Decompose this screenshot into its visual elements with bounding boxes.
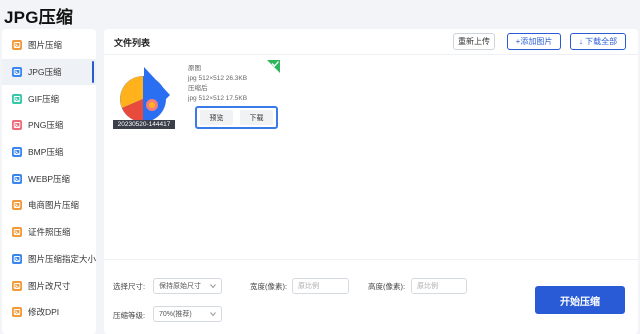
level-select[interactable]: 70%(推荐) <box>153 306 222 322</box>
sidebar-item-label: BMP压缩 <box>28 147 64 158</box>
file-info: 原图 jpg 512×512 26.3KB 压缩后 jpg 512×512 17… <box>188 64 247 104</box>
sidebar-item[interactable]: 图片改尺寸 <box>2 272 96 299</box>
image-compress-icon <box>12 40 22 51</box>
thumbnail-image <box>120 67 170 122</box>
sidebar-item-label: 证件照压缩 <box>28 227 71 238</box>
download-button[interactable]: 下载 <box>240 110 273 125</box>
start-compress-button[interactable]: 开始压缩 <box>535 286 625 314</box>
sidebar-item[interactable]: JPG压缩 <box>2 58 96 86</box>
height-label: 高度(像素): <box>368 282 406 291</box>
sidebar-item[interactable]: 证件照压缩 <box>2 219 96 246</box>
id-photo-icon <box>12 227 22 238</box>
gif-icon <box>12 93 22 104</box>
width-input[interactable]: 原比例 <box>292 278 349 294</box>
sidebar-item-label: JPG压缩 <box>28 67 62 78</box>
level-label: 压缩等级: <box>113 311 146 320</box>
original-info: jpg 512×512 26.3KB <box>188 75 248 82</box>
target-size-icon <box>12 253 22 264</box>
compressed-label: 压缩后 <box>188 85 208 92</box>
sidebar-item[interactable]: 图片压缩 <box>2 32 96 59</box>
webp-icon <box>12 173 22 184</box>
sidebar-item-label: 修改DPI <box>28 307 60 318</box>
chevron-down-icon <box>210 312 216 317</box>
file-list-title: 文件列表 <box>114 38 151 48</box>
sidebar-item-label: GIF压缩 <box>28 93 60 104</box>
download-all-button[interactable]: ↓ 下载全部 <box>570 33 626 50</box>
done-check-icon <box>267 60 280 73</box>
jpg-icon <box>12 67 22 78</box>
sidebar-item[interactable]: WEBP压缩 <box>2 165 96 192</box>
sidebar-item[interactable]: PNG压缩 <box>2 112 96 139</box>
sidebar-item-label: 图片改尺寸 <box>28 280 71 291</box>
original-label: 原图 <box>188 65 201 72</box>
size-select-value: 保持原始尺寸 <box>159 283 201 290</box>
bmp-icon <box>12 147 22 158</box>
controls-divider <box>104 259 638 260</box>
header-divider <box>104 54 638 55</box>
ecommerce-icon <box>12 200 22 211</box>
main-panel: 文件列表 重新上传 +添加图片 ↓ 下载全部 20230520-144417 原… <box>104 29 638 334</box>
width-label: 宽度(像素): <box>250 282 288 291</box>
size-select[interactable]: 保持原始尺寸 <box>153 278 222 294</box>
sidebar-item[interactable]: 修改DPI <box>2 299 96 326</box>
sidebar-item-label: PNG压缩 <box>28 120 64 131</box>
add-image-button[interactable]: +添加图片 <box>507 33 561 50</box>
png-icon <box>12 120 22 131</box>
dpi-icon <box>12 307 22 318</box>
sidebar-item[interactable]: BMP压缩 <box>2 139 96 166</box>
sidebar-item[interactable]: GIF压缩 <box>2 85 96 112</box>
compressed-info: jpg 512×512 17.5KB <box>188 95 248 102</box>
sidebar: 图片压缩 JPG压缩 GIF压缩 PNG压缩 BMP压缩 WEBP压缩 电商图片压缩 证件照压… <box>2 29 96 334</box>
sidebar-item-label: 图片压缩指定大小 <box>28 253 97 264</box>
height-input[interactable]: 原比例 <box>411 278 467 294</box>
sidebar-item-label: WEBP压缩 <box>28 173 71 184</box>
reupload-button[interactable]: 重新上传 <box>453 33 495 50</box>
size-label: 选择尺寸: <box>113 282 146 291</box>
file-actions: 预览 下载 <box>195 106 278 129</box>
sidebar-item[interactable]: 图片压缩指定大小 <box>2 246 96 273</box>
file-thumbnail[interactable]: 20230520-144417 <box>113 61 175 129</box>
app-title: JPG压缩 <box>4 8 74 27</box>
preview-button[interactable]: 预览 <box>200 110 233 125</box>
sidebar-item-label: 图片压缩 <box>28 40 63 51</box>
file-name: 20230520-144417 <box>113 120 175 129</box>
resize-icon <box>12 280 22 291</box>
sidebar-item[interactable]: 电商图片压缩 <box>2 192 96 219</box>
level-select-value: 70%(推荐) <box>159 311 192 318</box>
sidebar-item-label: 电商图片压缩 <box>28 200 80 211</box>
chevron-down-icon <box>210 284 216 289</box>
